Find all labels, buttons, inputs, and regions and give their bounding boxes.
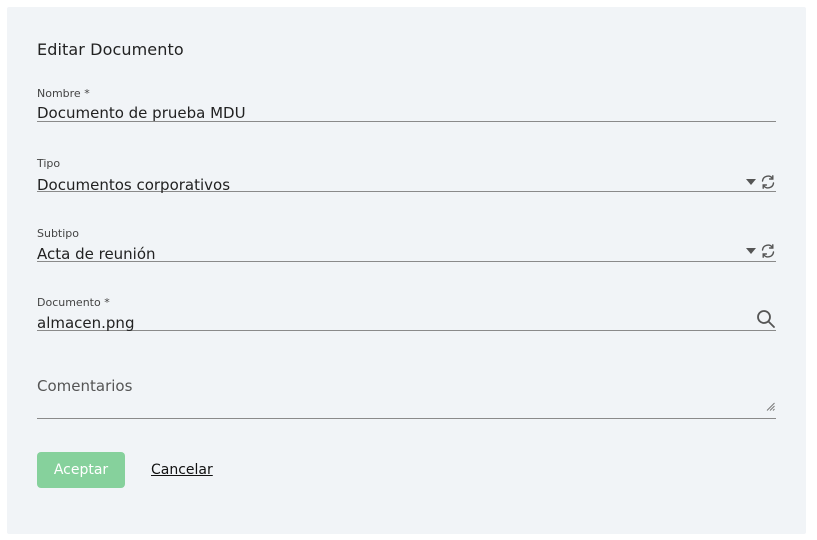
resize-handle-icon[interactable] bbox=[766, 396, 775, 415]
nombre-label: Nombre * bbox=[37, 87, 90, 100]
tipo-label: Tipo bbox=[37, 157, 61, 170]
caret-down-icon[interactable] bbox=[746, 179, 756, 185]
subtipo-icons bbox=[746, 243, 776, 259]
tipo-value[interactable]: Documentos corporativos bbox=[37, 176, 230, 194]
search-icon[interactable] bbox=[756, 309, 776, 329]
dialog-title: Editar Documento bbox=[37, 40, 184, 59]
caret-down-icon[interactable] bbox=[746, 248, 756, 254]
documento-icons bbox=[756, 309, 776, 329]
nombre-input[interactable]: Documento de prueba MDU bbox=[37, 104, 246, 122]
refresh-icon[interactable] bbox=[760, 174, 776, 190]
tipo-icons bbox=[746, 174, 776, 190]
nombre-field[interactable]: Nombre * Documento de prueba MDU bbox=[37, 85, 776, 122]
subtipo-select[interactable]: Subtipo Acta de reunión bbox=[37, 224, 776, 263]
comentarios-label: Comentarios bbox=[37, 377, 133, 395]
edit-document-dialog: Editar Documento Nombre * Documento de p… bbox=[7, 7, 806, 534]
documento-value[interactable]: almacen.png bbox=[37, 314, 134, 332]
refresh-icon[interactable] bbox=[760, 243, 776, 259]
documento-label: Documento * bbox=[37, 296, 110, 309]
subtipo-label: Subtipo bbox=[37, 227, 80, 240]
accept-button[interactable]: Aceptar bbox=[37, 452, 125, 488]
comentarios-textarea[interactable]: Comentarios bbox=[37, 371, 776, 419]
documento-field[interactable]: Documento * almacen.png bbox=[37, 293, 776, 332]
cancel-button[interactable]: Cancelar bbox=[151, 462, 213, 478]
tipo-select[interactable]: Tipo Documentos corporativos bbox=[37, 155, 776, 194]
subtipo-value[interactable]: Acta de reunión bbox=[37, 245, 156, 263]
